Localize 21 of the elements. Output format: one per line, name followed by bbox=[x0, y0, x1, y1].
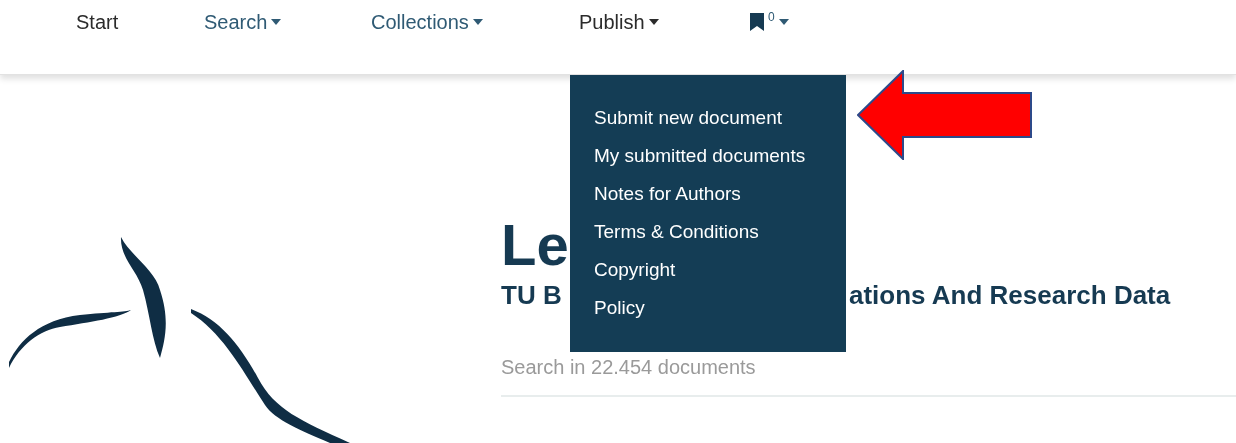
menu-item[interactable]: My submitted documents bbox=[594, 137, 846, 175]
caret-icon bbox=[472, 19, 483, 25]
bookmark-icon bbox=[750, 13, 764, 31]
menu-item[interactable]: Submit new document bbox=[594, 99, 846, 137]
nav-link[interactable]: Publish bbox=[579, 0, 659, 44]
nav-link[interactable]: Search bbox=[204, 0, 282, 44]
menu-item[interactable]: Policy bbox=[594, 289, 846, 327]
subtitle: TU B bbox=[501, 279, 563, 311]
page-heading: Le bbox=[501, 211, 569, 279]
menu-item[interactable]: Notes for Authors bbox=[594, 175, 846, 213]
search-hint: Search in 22.454 documents bbox=[501, 355, 757, 380]
subtitle: ations And Research Data bbox=[849, 279, 1171, 311]
caret-icon bbox=[271, 19, 282, 25]
nav-link[interactable]: Collections bbox=[371, 0, 483, 44]
menu-item[interactable]: Copyright bbox=[594, 251, 846, 289]
bookmark-count: 0 bbox=[768, 9, 775, 26]
caret-icon bbox=[648, 19, 659, 25]
caret-icon bbox=[778, 19, 789, 25]
menu-item[interactable]: Terms & Conditions bbox=[594, 213, 846, 251]
nav-link[interactable]: Start bbox=[76, 0, 119, 44]
bookmarks-button[interactable]: 0 bbox=[750, 0, 789, 44]
